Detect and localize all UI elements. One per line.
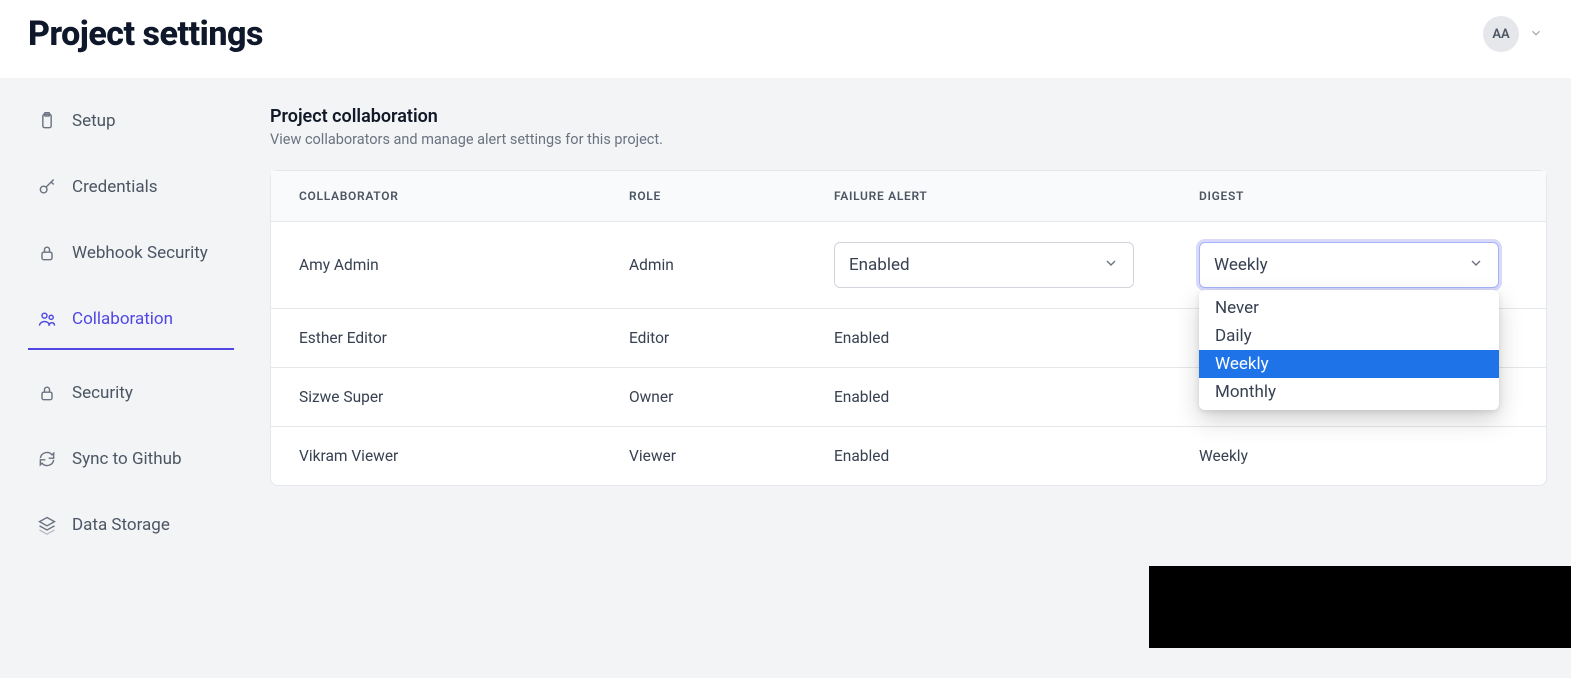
failure-alert-value: Enabled	[806, 368, 1171, 427]
section-description: View collaborators and manage alert sett…	[270, 131, 1547, 148]
column-header-role: ROLE	[601, 171, 806, 222]
chevron-down-icon	[1468, 255, 1484, 276]
collaborator-name: Sizwe Super	[271, 368, 601, 427]
sidebar-item-collaboration[interactable]: Collaboration	[28, 298, 234, 350]
key-icon	[36, 176, 58, 198]
sidebar-item-label: Sync to Github	[72, 449, 182, 469]
chevron-down-icon	[1529, 25, 1543, 44]
select-value: Weekly	[1214, 255, 1268, 275]
digest-option-never[interactable]: Never	[1199, 294, 1499, 322]
clipboard-icon	[36, 110, 58, 132]
collaborator-role: Viewer	[601, 427, 806, 486]
section-title: Project collaboration	[270, 106, 1547, 127]
table-row: Amy Admin Admin Enabled	[271, 222, 1546, 309]
digest-option-monthly[interactable]: Monthly	[1199, 378, 1499, 406]
users-icon	[36, 308, 58, 330]
column-header-failure-alert: FAILURE ALERT	[806, 171, 1171, 222]
collaborator-role: Admin	[601, 222, 806, 309]
sidebar-item-security[interactable]: Security	[28, 372, 234, 416]
sidebar-item-credentials[interactable]: Credentials	[28, 166, 234, 210]
collaborator-name: Amy Admin	[271, 222, 601, 309]
user-menu[interactable]: AA	[1483, 16, 1543, 52]
column-header-digest: DIGEST	[1171, 171, 1546, 222]
sidebar: Setup Credentials Webhook Security Colla…	[0, 78, 246, 678]
lock-icon	[36, 382, 58, 404]
page-title: Project settings	[28, 14, 263, 54]
collaborators-table: COLLABORATOR ROLE FAILURE ALERT DIGEST A…	[271, 171, 1546, 485]
sidebar-item-label: Collaboration	[72, 309, 173, 329]
sidebar-item-label: Data Storage	[72, 515, 170, 535]
collaborators-table-card: COLLABORATOR ROLE FAILURE ALERT DIGEST A…	[270, 170, 1547, 486]
sidebar-item-label: Webhook Security	[72, 243, 208, 263]
failure-alert-select[interactable]: Enabled	[834, 242, 1134, 288]
column-header-collaborator: COLLABORATOR	[271, 171, 601, 222]
failure-alert-value: Enabled	[806, 427, 1171, 486]
sidebar-item-label: Setup	[72, 111, 116, 131]
digest-dropdown: Never Daily Weekly Monthly	[1199, 290, 1499, 410]
chevron-down-icon	[1103, 255, 1119, 276]
collaborator-name: Vikram Viewer	[271, 427, 601, 486]
sidebar-item-label: Credentials	[72, 177, 158, 197]
sidebar-item-label: Security	[72, 383, 133, 403]
sidebar-item-sync-github[interactable]: Sync to Github	[28, 438, 234, 482]
black-overlay	[1149, 566, 1571, 648]
digest-select[interactable]: Weekly Never Daily Weekly Monthly	[1199, 242, 1499, 288]
collaborator-role: Editor	[601, 309, 806, 368]
layers-icon	[36, 514, 58, 536]
digest-option-daily[interactable]: Daily	[1199, 322, 1499, 350]
select-value: Enabled	[849, 255, 910, 275]
failure-alert-value: Enabled	[806, 309, 1171, 368]
avatar: AA	[1483, 16, 1519, 52]
sidebar-item-setup[interactable]: Setup	[28, 100, 234, 144]
table-row: Vikram Viewer Viewer Enabled Weekly	[271, 427, 1546, 486]
collaborator-name: Esther Editor	[271, 309, 601, 368]
digest-value: Weekly	[1171, 427, 1546, 486]
sidebar-item-webhook-security[interactable]: Webhook Security	[28, 232, 234, 276]
sidebar-item-data-storage[interactable]: Data Storage	[28, 504, 234, 548]
digest-option-weekly[interactable]: Weekly	[1199, 350, 1499, 378]
collaborator-role: Owner	[601, 368, 806, 427]
lock-icon	[36, 242, 58, 264]
sync-icon	[36, 448, 58, 470]
